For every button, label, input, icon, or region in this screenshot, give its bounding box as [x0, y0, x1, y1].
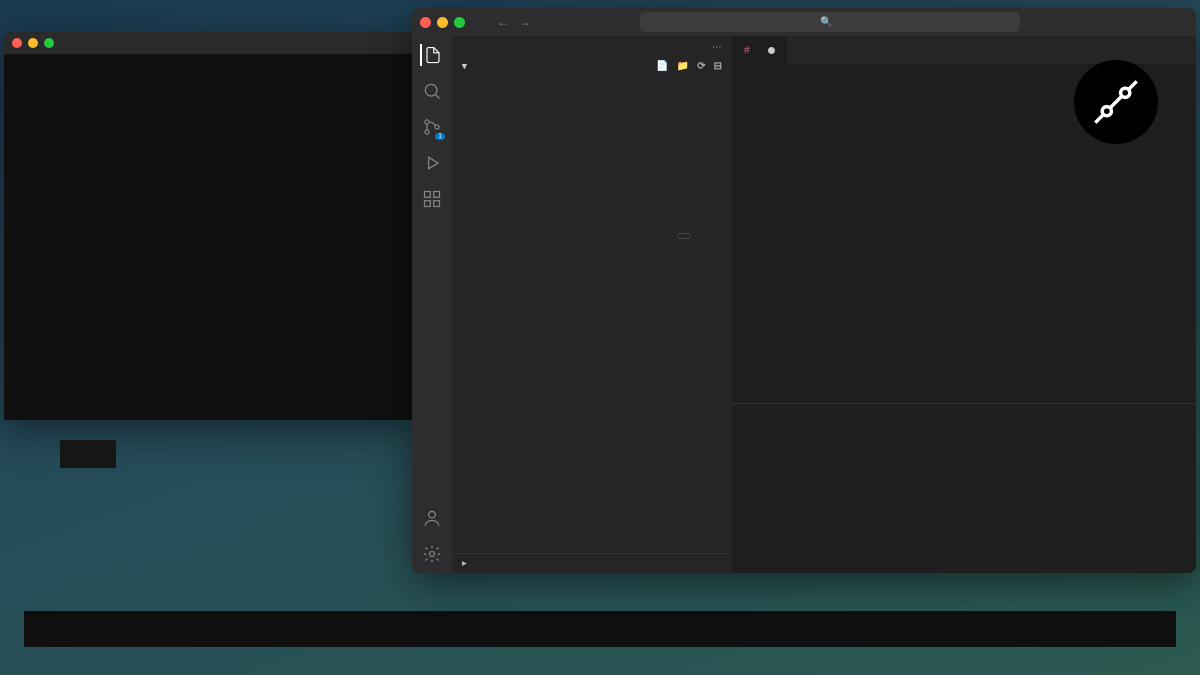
vscode-titlebar[interactable]: ←→ 🔍	[412, 8, 1196, 36]
terminal-output[interactable]	[4, 54, 414, 62]
bottom-panel	[732, 403, 1196, 573]
collapse-icon[interactable]: ⊟	[714, 61, 722, 72]
search-icon[interactable]	[421, 80, 443, 102]
new-folder-icon[interactable]: 📁	[677, 61, 689, 72]
nav-fwd-icon: →	[519, 15, 531, 29]
file-tree[interactable]	[452, 74, 732, 553]
activity-bar	[412, 36, 452, 573]
nav-back-icon: ←	[497, 15, 509, 29]
window-controls[interactable]	[420, 17, 465, 28]
gear-icon[interactable]	[421, 543, 443, 565]
modified-dot-icon	[768, 47, 775, 54]
tab-main-scss[interactable]: #	[732, 36, 788, 64]
new-file-icon[interactable]: 📄	[656, 61, 668, 72]
outline-section[interactable]: ▸	[452, 553, 732, 573]
scss-icon: #	[744, 44, 750, 56]
explorer-header: ⋯	[452, 36, 732, 59]
path-tooltip	[677, 233, 691, 239]
explorer-sidebar: ⋯ ▾ 📄 📁 ⟳ ⊟ ▸	[452, 36, 732, 573]
terminal-panel[interactable]	[732, 430, 1196, 573]
command-center[interactable]: 🔍	[640, 12, 1020, 32]
workspace-root[interactable]: ▾ 📄 📁 ⟳ ⊟	[452, 59, 732, 74]
tab-bar[interactable]: #	[732, 36, 1196, 64]
terminal-titlebar[interactable]	[4, 32, 414, 54]
brand-logo	[1074, 60, 1158, 144]
nav-arrows[interactable]: ←→	[497, 15, 531, 29]
account-icon[interactable]	[421, 507, 443, 529]
terminal-window	[4, 32, 414, 420]
video-title	[24, 611, 1176, 647]
source-control-icon[interactable]	[421, 116, 443, 138]
more-icon[interactable]: ⋯	[712, 42, 722, 53]
panel-tab-bar[interactable]	[732, 404, 1196, 430]
tutorial-badge	[60, 440, 116, 468]
debug-icon[interactable]	[421, 152, 443, 174]
explorer-icon[interactable]	[420, 44, 442, 66]
search-icon: 🔍	[820, 17, 832, 28]
extensions-icon[interactable]	[421, 188, 443, 210]
line-gutter	[732, 84, 768, 403]
window-controls[interactable]	[12, 38, 54, 48]
refresh-icon[interactable]: ⟳	[697, 61, 705, 72]
